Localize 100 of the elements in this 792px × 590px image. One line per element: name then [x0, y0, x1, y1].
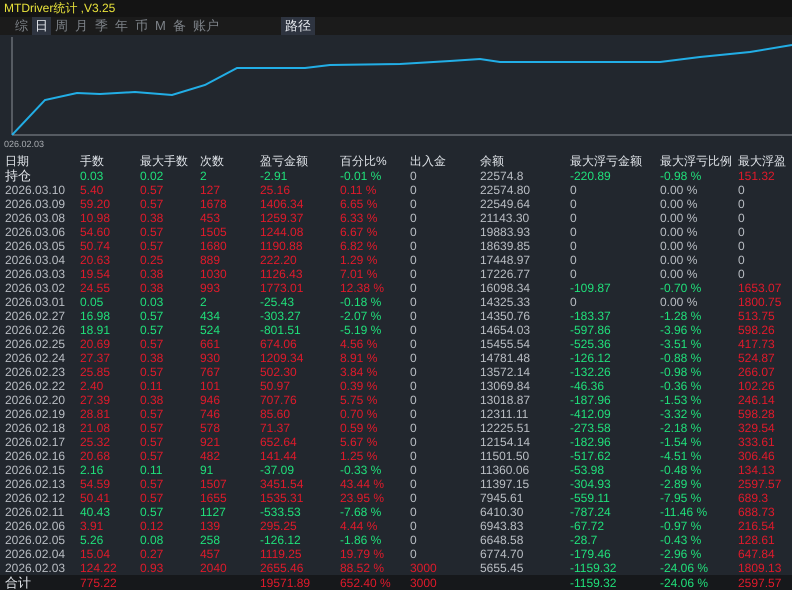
table-cell-text: 7945.61: [480, 491, 524, 505]
table-cell-text: 0.57: [140, 491, 164, 505]
table-cell-text: 0: [410, 211, 418, 225]
table-cell-text: 0: [410, 407, 418, 421]
table-cell-text: 22574.8: [480, 169, 524, 183]
table-cell-text: 1.25 %: [340, 449, 378, 463]
table-cell-text: -2.07 %: [340, 309, 382, 323]
period-tab[interactable]: 日: [32, 17, 51, 35]
table-cell-text: 0: [410, 351, 418, 365]
period-tab[interactable]: 综: [12, 17, 31, 35]
table-cell-text: 0: [410, 449, 418, 463]
table-cell-text: 20.68: [80, 449, 112, 463]
path-tab[interactable]: 路径: [280, 17, 315, 35]
table-cell-text: 6.33 %: [340, 211, 378, 225]
table-cell-text: 19571.89: [260, 576, 312, 590]
table-cell-text: 333.61: [738, 435, 776, 449]
table-cell-text: 1030: [200, 267, 228, 281]
table-cell-text: -525.36: [570, 337, 612, 351]
table-cell-text: 502.30: [260, 365, 298, 379]
table-cell-text: -2.96 %: [660, 547, 702, 561]
table-cell-text: 141.44: [260, 449, 298, 463]
period-tab[interactable]: 周: [52, 17, 71, 35]
table-cell-text: 12225.51: [480, 421, 532, 435]
table-cell-text: 0.57: [140, 435, 164, 449]
table-cell-text: -7.68 %: [340, 505, 382, 519]
period-tab[interactable]: 账户: [190, 17, 222, 35]
table-cell-text: 1126.43: [260, 267, 304, 281]
column-header: 最大浮亏比例: [660, 154, 733, 168]
table-cell-text: 0.27: [140, 547, 164, 561]
table-cell-text: 8.91 %: [340, 351, 378, 365]
table-cell-text: 0: [570, 295, 578, 309]
table-cell-text: -1159.32: [570, 561, 618, 575]
table-cell-text: 1678: [200, 197, 228, 211]
table-cell-text: 14350.76: [480, 309, 532, 323]
table-cell-text: 1127: [200, 505, 227, 519]
table-cell-text: -304.93: [570, 477, 612, 491]
period-tab[interactable]: 备: [170, 17, 189, 35]
table-cell-text: 40.43: [80, 505, 112, 519]
table-cell-text: 102.26: [738, 379, 776, 393]
table-cell-text: 0.93: [140, 561, 164, 575]
table-cell-text: 18.91: [80, 323, 112, 337]
table-cell-text: -37.09: [260, 463, 296, 477]
table-cell-text: 2026.03.01: [4, 295, 66, 309]
table-cell-text: 11360.06: [480, 463, 530, 477]
table-cell-text: 0.00 %: [660, 239, 698, 253]
table-cell-text: 0: [570, 239, 578, 253]
table-cell-text: 0.38: [140, 281, 164, 295]
table-cell-text: 1244.08: [260, 225, 304, 239]
table-cell-text: -0.18 %: [340, 295, 382, 309]
table-cell-text: 2: [200, 169, 208, 183]
table-cell-text: 13572.14: [480, 365, 532, 379]
table-cell-text: 0.03: [80, 169, 104, 183]
table-cell-text: 6.67 %: [340, 225, 378, 239]
table-cell-text: 0: [410, 169, 418, 183]
table-cell-text: 101: [200, 379, 222, 393]
table-cell-text: 2.16: [80, 463, 104, 477]
table-cell-text: 27.37: [80, 351, 112, 365]
table-cell-text: 2597.57: [738, 477, 782, 491]
table-cell-text: -187.96: [570, 393, 612, 407]
period-tab[interactable]: 月: [72, 17, 91, 35]
table-cell-text: 2026.03.03: [4, 267, 66, 281]
table-cell-text: 598.26: [738, 323, 776, 337]
table-cell-text: 2: [200, 295, 208, 309]
period-tab[interactable]: 年: [112, 17, 131, 35]
table-cell-text: 457: [200, 547, 222, 561]
table-cell-text: 12154.14: [480, 435, 532, 449]
table-cell-text: 25.85: [80, 365, 112, 379]
table-cell-text: 19.54: [80, 267, 112, 281]
table-cell-text: 2026.03.10: [4, 183, 66, 197]
table-cell-text: 0: [738, 239, 746, 253]
table-cell-text: 0: [410, 183, 418, 197]
table-cell-text: 0.12: [140, 519, 164, 533]
table-cell-text: -0.70 %: [660, 281, 702, 295]
table-cell-text: 2026.02.26: [4, 323, 66, 337]
table-cell-text: 5.26: [80, 533, 104, 547]
table-cell-text: 1259.37: [260, 211, 304, 225]
period-tab[interactable]: 币: [132, 17, 151, 35]
table-cell-text: -0.48 %: [660, 463, 702, 477]
table-cell-text: 513.75: [738, 309, 776, 323]
table-cell-text: -126.12: [260, 533, 302, 547]
table-cell-text: 19883.93: [480, 225, 532, 239]
column-header: 手数: [80, 154, 105, 168]
table-cell-text: 19.79 %: [340, 547, 386, 561]
table-cell-text: -0.36 %: [660, 379, 702, 393]
table-cell-text: 417.73: [738, 337, 776, 351]
table-cell-text: 0: [738, 225, 746, 239]
table-cell-text: 13069.84: [480, 379, 532, 393]
table-cell-text: 18639.85: [480, 239, 532, 253]
table-cell-text: 4.44 %: [340, 519, 378, 533]
table-cell-text: 0.57: [140, 197, 164, 211]
table-cell-text: 2026.02.06: [4, 519, 66, 533]
table-cell-text: -220.89: [570, 169, 612, 183]
table-cell-text: 23.95 %: [340, 491, 386, 505]
table-cell-text: 20.63: [80, 253, 112, 267]
table-cell-text: 0.57: [140, 337, 164, 351]
table-cell-text: 246.14: [738, 393, 776, 407]
table-cell-text: -3.96 %: [660, 323, 702, 337]
period-tab[interactable]: M: [152, 17, 169, 35]
table-cell-text: 0.57: [140, 183, 164, 197]
period-tab[interactable]: 季: [92, 17, 111, 35]
